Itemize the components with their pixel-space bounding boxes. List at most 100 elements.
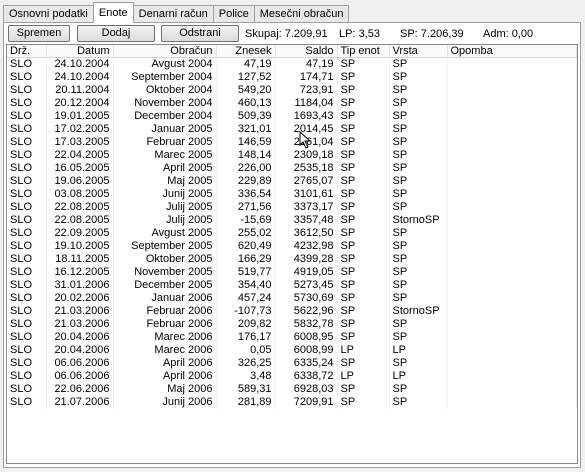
table-cell: 4399,28	[275, 253, 338, 266]
table-cell: 226,00	[216, 162, 276, 175]
table-cell: SLO	[7, 331, 47, 344]
table-cell: SP	[389, 357, 448, 370]
table-cell: SLO	[7, 253, 47, 266]
table-cell: 146,59	[216, 136, 276, 149]
table-row[interactable]: SLO 17.02.2005 Januar 2005 321,01 2014,45 SP S…	[7, 123, 577, 136]
table-cell: SP	[337, 71, 390, 84]
table-cell: 22.09.2005	[46, 227, 114, 240]
adm-sum: Adm: 0,00	[483, 28, 534, 40]
column-header[interactable]: Saldo	[275, 45, 338, 58]
add-button[interactable]: Dodaj	[77, 25, 155, 42]
tab-4[interactable]: Mesečni obračun	[253, 5, 350, 23]
remove-button[interactable]: Odstrani	[161, 25, 239, 42]
table-cell: 03.08.2005	[46, 188, 114, 201]
table-cell: SLO	[7, 97, 47, 110]
table-row[interactable]: SLO 19.06.2005 Maj 2005 229,89 2765,07 SP SP	[7, 175, 577, 188]
table-row[interactable]: SLO 21.03.2006 Februar 2006 209,82 5832,78 SP…	[7, 318, 577, 331]
table-cell: Februar 2006	[113, 305, 217, 318]
table-cell: SLO	[7, 292, 47, 305]
table-row[interactable]: SLO 20.02.2006 Januar 2006 457,24 5730,69 SP S…	[7, 292, 577, 305]
table-row[interactable]: SLO 22.08.2005 Julij 2005 -15,69 3357,48 SP St…	[7, 214, 577, 227]
table-cell: 20.12.2004	[46, 97, 114, 110]
table-cell	[447, 396, 577, 409]
table-row[interactable]: SLO 16.12.2005 November 2005 519,77 4919,05 S…	[7, 266, 577, 279]
table-row[interactable]: SLO 06.06.2006 April 2006 3,48 6338,72 LP LP	[7, 370, 577, 383]
toolbar: Spremen Dodaj Odstrani Skupaj: 7.209,91 …	[8, 25, 578, 43]
table-row[interactable]: SLO 06.06.2006 April 2006 326,25 6335,24 SP SP	[7, 357, 577, 370]
table-row[interactable]: SLO 22.09.2005 Avgust 2005 255,02 3612,50 SP S…	[7, 227, 577, 240]
table-cell	[447, 214, 577, 227]
table-row[interactable]: SLO 20.11.2004 Oktober 2004 549,20 723,91 SP S…	[7, 84, 577, 97]
mouse-cursor-icon	[299, 131, 312, 149]
table-row[interactable]: SLO 17.03.2005 Februar 2005 146,59 2161,04 SP…	[7, 136, 577, 149]
table-cell	[447, 344, 577, 357]
table-cell: SLO	[7, 370, 47, 383]
save-button[interactable]: Spremen	[8, 25, 70, 42]
tab-0[interactable]: Osnovni podatki	[3, 5, 94, 23]
table-row[interactable]: SLO 21.03.2006 Februar 2006 -107,73 5622,96 S…	[7, 305, 577, 318]
units-table[interactable]: Drž. Datum Obračun Znesek Saldo Tip enot Vrsta…	[6, 44, 578, 464]
table-cell: SP	[337, 110, 390, 123]
table-cell: 174,71	[275, 71, 338, 84]
table-row[interactable]: SLO 21.07.2006 Junij 2006 281,89 7209,91 SP SP	[7, 396, 577, 409]
table-cell: Maj 2005	[113, 175, 217, 188]
table-cell	[447, 136, 577, 149]
table-cell: 6338,72	[275, 370, 338, 383]
table-row[interactable]: SLO 22.04.2005 Marec 2005 148,14 2309,18 SP SP	[7, 149, 577, 162]
enote-panel: Spremen Dodaj Odstrani Skupaj: 7.209,91 …	[3, 22, 581, 468]
table-row[interactable]: SLO 03.08.2005 Junij 2005 336,54 3101,61 SP SP	[7, 188, 577, 201]
table-cell: LP	[337, 344, 390, 357]
tab-3[interactable]: Police	[212, 5, 255, 23]
table-row[interactable]: SLO 22.08.2005 Julij 2005 271,56 3373,17 SP SP	[7, 201, 577, 214]
table-cell	[447, 305, 577, 318]
column-header[interactable]: Drž.	[7, 45, 47, 58]
column-header[interactable]: Vrsta	[389, 45, 448, 58]
table-cell: SP	[337, 318, 390, 331]
table-row[interactable]: SLO 31.01.2006 December 2005 354,40 5273,45 S…	[7, 279, 577, 292]
column-header[interactable]: Tip enot	[337, 45, 390, 58]
table-cell: 229,89	[216, 175, 276, 188]
table-cell: 20.04.2006	[46, 344, 114, 357]
table-cell: 3373,17	[275, 201, 338, 214]
table-cell	[447, 123, 577, 136]
table-row[interactable]: SLO 20.12.2004 November 2004 460,13 1184,04 S…	[7, 97, 577, 110]
column-header[interactable]: Obračun	[113, 45, 217, 58]
table-cell: Februar 2006	[113, 318, 217, 331]
table-cell: LP	[337, 370, 390, 383]
table-row[interactable]: SLO 24.10.2004 September 2004 127,52 174,71 S…	[7, 71, 577, 84]
table-cell: Junij 2006	[113, 396, 217, 409]
table-row[interactable]: SLO 19.10.2005 September 2005 620,49 4232,98…	[7, 240, 577, 253]
tab-1[interactable]: Enote	[92, 2, 134, 23]
tab-2[interactable]: Denarni račun	[132, 5, 214, 23]
table-cell: 19.10.2005	[46, 240, 114, 253]
table-cell	[447, 71, 577, 84]
table-cell: Avgust 2005	[113, 227, 217, 240]
table-row[interactable]: SLO 20.04.2006 Marec 2006 176,17 6008,95 SP SP	[7, 331, 577, 344]
table-row[interactable]: SLO 16.05.2005 April 2005 226,00 2535,18 SP SP	[7, 162, 577, 175]
table-cell: SP	[389, 201, 448, 214]
table-row[interactable]: SLO 24.10.2004 Avgust 2004 47,19 47,19 SP SP	[7, 57, 577, 71]
table-cell: Februar 2005	[113, 136, 217, 149]
table-cell: 19.06.2005	[46, 175, 114, 188]
column-header[interactable]: Datum	[46, 45, 114, 58]
column-header[interactable]: Znesek	[216, 45, 276, 58]
table-row[interactable]: SLO 19.01.2005 December 2004 509,39 1693,43 S…	[7, 110, 577, 123]
table-cell: SLO	[7, 279, 47, 292]
table-row[interactable]: SLO 22.06.2006 Maj 2006 589,31 6928,03 SP SP	[7, 383, 577, 396]
table-cell: 166,29	[216, 253, 276, 266]
table-cell: SP	[389, 396, 448, 409]
table-cell: November 2005	[113, 266, 217, 279]
table-cell: 21.07.2006	[46, 396, 114, 409]
table-row[interactable]: SLO 18.11.2005 Oktober 2005 166,29 4399,28 SP…	[7, 253, 577, 266]
column-header[interactable]: Opomba	[447, 45, 577, 58]
table-cell: SP	[337, 396, 390, 409]
table-cell: SP	[389, 292, 448, 305]
table-cell: SLO	[7, 357, 47, 370]
table-cell: 0,05	[216, 344, 276, 357]
table-row[interactable]: SLO 20.04.2006 Marec 2006 0,05 6008,99 LP LP	[7, 344, 577, 357]
table-cell: 22.08.2005	[46, 214, 114, 227]
table-cell: SP	[389, 318, 448, 331]
table-cell: SLO	[7, 240, 47, 253]
table-cell: November 2004	[113, 97, 217, 110]
table-cell: SLO	[7, 383, 47, 396]
